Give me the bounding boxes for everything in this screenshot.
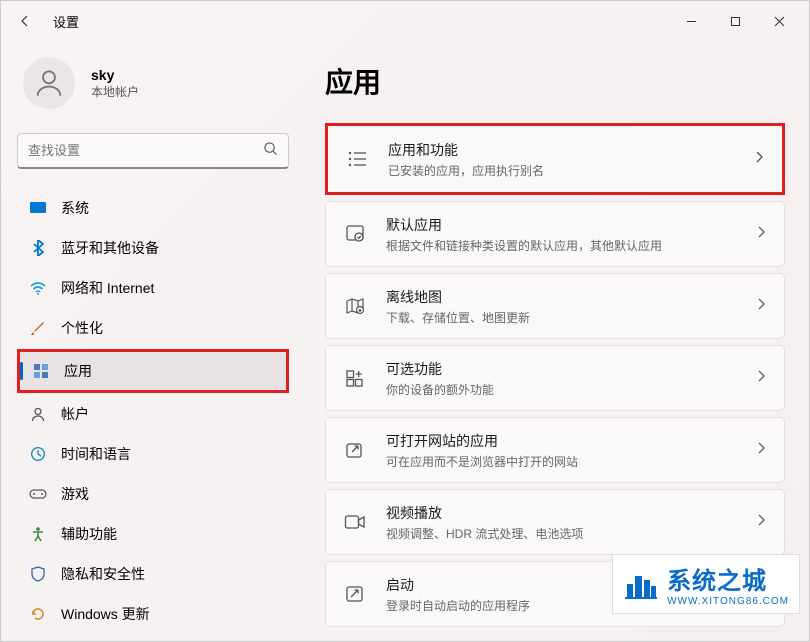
update-icon <box>29 605 47 623</box>
nav-label: 游戏 <box>61 484 89 504</box>
card-websites[interactable]: 可打开网站的应用 可在应用而不是浏览器中打开的网站 <box>325 417 785 483</box>
nav-item-accounts[interactable]: 帐户 <box>17 395 289 433</box>
wifi-icon <box>29 279 47 297</box>
close-button[interactable] <box>757 5 801 37</box>
minimize-button[interactable] <box>669 5 713 37</box>
nav-item-update[interactable]: Windows 更新 <box>17 595 289 633</box>
user-subtitle: 本地帐户 <box>91 83 139 100</box>
city-icon <box>623 566 659 602</box>
nav-item-bluetooth[interactable]: 蓝牙和其他设备 <box>17 229 289 267</box>
nav-item-system[interactable]: 系统 <box>17 189 289 227</box>
startup-icon <box>344 583 366 605</box>
card-title: 可选功能 <box>386 359 756 379</box>
gamepad-icon <box>29 485 47 503</box>
nav-label: 时间和语言 <box>61 444 131 464</box>
card-title: 应用和功能 <box>388 140 754 160</box>
bluetooth-icon <box>29 239 47 257</box>
user-name: sky <box>91 67 139 83</box>
nav-label: 系统 <box>61 198 89 218</box>
nav-label: 蓝牙和其他设备 <box>61 238 159 258</box>
chevron-right-icon <box>756 297 766 316</box>
card-title: 视频播放 <box>386 503 756 523</box>
nav-item-gaming[interactable]: 游戏 <box>17 475 289 513</box>
back-button[interactable] <box>9 5 41 37</box>
watermark-url: WWW.XITONG86.COM <box>667 596 789 607</box>
brush-icon <box>29 319 47 337</box>
map-icon <box>344 295 366 317</box>
nav-item-time[interactable]: 时间和语言 <box>17 435 289 473</box>
maximize-button[interactable] <box>713 5 757 37</box>
card-desc: 根据文件和链接种类设置的默认应用，其他默认应用 <box>386 237 756 254</box>
accessibility-icon <box>29 525 47 543</box>
apps-icon <box>32 362 50 380</box>
card-video[interactable]: 视频播放 视频调整、HDR 流式处理、电池选项 <box>325 489 785 555</box>
titlebar: 设置 <box>1 1 809 41</box>
card-title: 默认应用 <box>386 215 756 235</box>
monitor-icon <box>29 199 47 217</box>
search-icon <box>263 141 278 161</box>
nav-item-apps[interactable]: 应用 <box>20 352 286 390</box>
card-title: 可打开网站的应用 <box>386 431 756 451</box>
nav-label: Windows 更新 <box>61 604 150 624</box>
list-icon <box>346 148 368 170</box>
card-apps-features[interactable]: 应用和功能 已安装的应用，应用执行别名 <box>328 126 782 192</box>
nav-item-personalization[interactable]: 个性化 <box>17 309 289 347</box>
page-title: 应用 <box>325 61 785 101</box>
open-link-icon <box>344 439 366 461</box>
sidebar: sky 本地帐户 系统 蓝牙和其他设备 网络和 I <box>1 41 301 641</box>
nav-label: 应用 <box>64 361 92 381</box>
nav-item-network[interactable]: 网络和 Internet <box>17 269 289 307</box>
watermark-logo: 系统之城 WWW.XITONG86.COM <box>612 554 800 614</box>
chevron-right-icon <box>756 513 766 532</box>
user-profile[interactable]: sky 本地帐户 <box>17 57 289 109</box>
main-content: 应用 应用和功能 已安装的应用，应用执行别名 默认应用 根据文件和链接种类设置的… <box>301 41 809 641</box>
nav-label: 帐户 <box>61 404 89 424</box>
search-input[interactable] <box>28 143 263 158</box>
nav-item-accessibility[interactable]: 辅助功能 <box>17 515 289 553</box>
clock-icon <box>29 445 47 463</box>
shield-icon <box>29 565 47 583</box>
card-desc: 视频调整、HDR 流式处理、电池选项 <box>386 525 756 542</box>
default-apps-icon <box>344 223 366 245</box>
card-desc: 下载、存储位置、地图更新 <box>386 309 756 326</box>
avatar <box>23 57 75 109</box>
card-title: 离线地图 <box>386 287 756 307</box>
card-desc: 你的设备的额外功能 <box>386 381 756 398</box>
card-optional-features[interactable]: 可选功能 你的设备的额外功能 <box>325 345 785 411</box>
nav-item-privacy[interactable]: 隐私和安全性 <box>17 555 289 593</box>
video-icon <box>344 511 366 533</box>
chevron-right-icon <box>756 369 766 388</box>
account-icon <box>29 405 47 423</box>
nav-list: 系统 蓝牙和其他设备 网络和 Internet 个性化 应 <box>17 189 289 633</box>
card-desc: 已安装的应用，应用执行别名 <box>388 162 754 179</box>
watermark-text: 系统之城 <box>667 568 767 595</box>
card-desc: 可在应用而不是浏览器中打开的网站 <box>386 453 756 470</box>
nav-label: 辅助功能 <box>61 524 117 544</box>
optional-icon <box>344 367 366 389</box>
card-default-apps[interactable]: 默认应用 根据文件和链接种类设置的默认应用，其他默认应用 <box>325 201 785 267</box>
search-box[interactable] <box>17 133 289 169</box>
chevron-right-icon <box>756 225 766 244</box>
nav-label: 网络和 Internet <box>61 278 154 298</box>
nav-label: 个性化 <box>61 318 103 338</box>
window-title: 设置 <box>53 12 79 31</box>
nav-label: 隐私和安全性 <box>61 564 145 584</box>
chevron-right-icon <box>754 150 764 169</box>
card-offline-maps[interactable]: 离线地图 下载、存储位置、地图更新 <box>325 273 785 339</box>
chevron-right-icon <box>756 441 766 460</box>
settings-window: 设置 sky 本地帐户 <box>0 0 810 642</box>
